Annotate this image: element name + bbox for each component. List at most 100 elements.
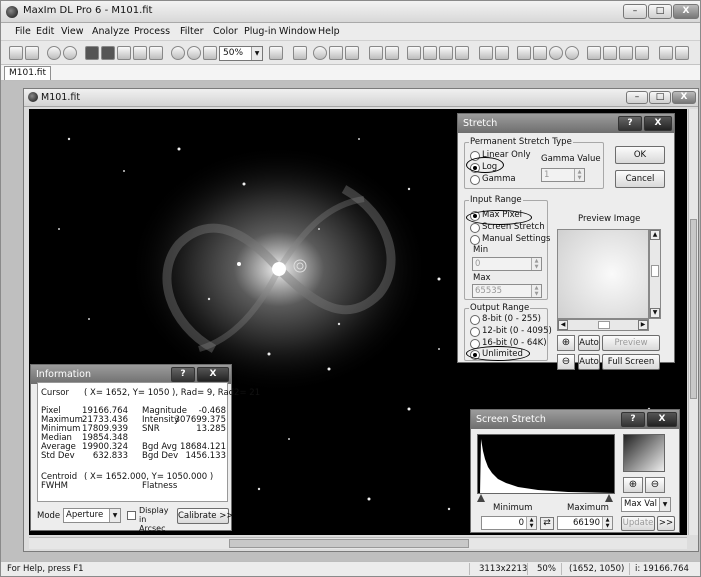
- scroll-left-icon[interactable]: ◀: [558, 320, 568, 330]
- zoom-select[interactable]: 50% ▼: [219, 46, 263, 61]
- dome-icon[interactable]: [659, 46, 673, 60]
- image-maximize-button[interactable]: □: [649, 91, 671, 104]
- print-icon[interactable]: [133, 46, 147, 60]
- graph-icon[interactable]: [587, 46, 601, 60]
- screen-stretch-help-button[interactable]: ?: [621, 412, 645, 427]
- info-help-button[interactable]: ?: [171, 367, 195, 382]
- undo-icon[interactable]: [47, 46, 61, 60]
- pan-tool-icon[interactable]: [329, 46, 343, 60]
- focus-icon[interactable]: [619, 46, 633, 60]
- maximize-button[interactable]: □: [648, 4, 672, 19]
- telescope-icon[interactable]: [603, 46, 617, 60]
- gamma-value-field[interactable]: 1 ▲ ▼: [541, 168, 585, 182]
- scroll-thumb[interactable]: [229, 539, 469, 548]
- preview-image[interactable]: [557, 229, 649, 319]
- redo-icon[interactable]: [63, 46, 77, 60]
- scroll-right-icon[interactable]: ▶: [638, 320, 648, 330]
- scroll-thumb[interactable]: [651, 265, 659, 277]
- properties-icon[interactable]: [149, 46, 163, 60]
- menu-edit[interactable]: Edit: [36, 26, 54, 37]
- tab-m101[interactable]: M101.fit: [4, 66, 52, 80]
- filter-wheel-icon[interactable]: [549, 46, 563, 60]
- mode-select[interactable]: Aperture ▼: [63, 508, 121, 523]
- scroll-thumb[interactable]: [690, 219, 697, 399]
- manual-settings-radio[interactable]: Manual Settings: [470, 234, 550, 245]
- minimize-button[interactable]: –: [623, 4, 647, 19]
- display-arcsec-checkbox[interactable]: [127, 511, 136, 520]
- arithmetic-icon[interactable]: [479, 46, 493, 60]
- zoom-out-icon[interactable]: [187, 46, 201, 60]
- observatory-icon[interactable]: [635, 46, 649, 60]
- screen-stretch-close-button[interactable]: X: [647, 412, 677, 427]
- align-icon[interactable]: [423, 46, 437, 60]
- menu-color[interactable]: Color: [213, 26, 238, 37]
- scroll-thumb[interactable]: [598, 321, 610, 329]
- image-canvas[interactable]: Stretch ? X Permanent Stretch Type Linea…: [29, 109, 687, 535]
- menu-window[interactable]: Window: [279, 26, 316, 37]
- histogram-icon[interactable]: [101, 46, 115, 60]
- line-tool-icon[interactable]: [293, 46, 307, 60]
- menu-filter[interactable]: Filter: [180, 26, 204, 37]
- spin-icon[interactable]: ▲ ▼: [602, 517, 612, 529]
- crop-icon[interactable]: [117, 46, 131, 60]
- stack-icon[interactable]: [455, 46, 469, 60]
- close-button[interactable]: X: [673, 4, 699, 19]
- preview-vscroll[interactable]: ▲ ▼: [649, 229, 661, 319]
- zoom-fit-icon[interactable]: [203, 46, 217, 60]
- open-icon[interactable]: [9, 46, 23, 60]
- ok-button[interactable]: OK: [615, 146, 665, 164]
- catalog-icon[interactable]: [675, 46, 689, 60]
- histogram[interactable]: [477, 434, 615, 494]
- scroll-up-icon[interactable]: ▲: [650, 230, 660, 240]
- combine-icon[interactable]: [439, 46, 453, 60]
- menu-analyze[interactable]: Analyze: [92, 26, 129, 37]
- scroll-down-icon[interactable]: ▼: [650, 308, 660, 318]
- preview-button[interactable]: Preview: [602, 335, 660, 351]
- cursor-help-icon[interactable]: [269, 46, 283, 60]
- layout-icon[interactable]: [385, 46, 399, 60]
- console-icon[interactable]: [369, 46, 383, 60]
- spin-icon[interactable]: ▲ ▼: [526, 517, 536, 529]
- menu-process[interactable]: Process: [134, 26, 170, 37]
- menu-file[interactable]: File: [15, 26, 31, 37]
- guider-icon[interactable]: [565, 46, 579, 60]
- zoom-out-icon[interactable]: ⊖: [557, 354, 575, 370]
- thermometer-icon[interactable]: [517, 46, 531, 60]
- menu-plugin[interactable]: Plug-in: [244, 26, 277, 37]
- calibrate-button[interactable]: Calibrate >>: [177, 508, 233, 524]
- screen-stretch-icon[interactable]: [85, 46, 99, 60]
- gamma-radio[interactable]: Gamma: [470, 174, 516, 185]
- swap-icon[interactable]: ⇄: [540, 517, 554, 530]
- zoom-in-icon[interactable]: ⊕: [557, 335, 575, 351]
- zoom-in-icon[interactable]: [171, 46, 185, 60]
- crosshair-icon[interactable]: [345, 46, 359, 60]
- menu-view[interactable]: View: [61, 26, 84, 37]
- spin-icon[interactable]: ▲ ▼: [574, 169, 584, 181]
- save-icon[interactable]: [25, 46, 39, 60]
- calibrate-icon[interactable]: [407, 46, 421, 60]
- image-vertical-scrollbar[interactable]: [688, 109, 698, 535]
- image-minimize-button[interactable]: –: [626, 91, 648, 104]
- maximum-field[interactable]: 66190 ▲ ▼: [557, 516, 613, 530]
- info-close-button[interactable]: X: [197, 367, 229, 382]
- update-button[interactable]: Update: [621, 516, 655, 531]
- more-button[interactable]: >>: [657, 516, 675, 531]
- add-icon[interactable]: [495, 46, 509, 60]
- spin-icon[interactable]: ▲ ▼: [531, 258, 541, 270]
- spin-icon[interactable]: ▲ ▼: [531, 285, 541, 297]
- minimum-field[interactable]: 0 ▲ ▼: [481, 516, 537, 530]
- aperture-tool-icon[interactable]: [313, 46, 327, 60]
- camera-icon[interactable]: [533, 46, 547, 60]
- stretch-mode-select[interactable]: Max Val ▼: [621, 497, 671, 512]
- auto-button[interactable]: Auto: [578, 335, 600, 351]
- menu-help[interactable]: Help: [318, 26, 340, 37]
- 12bit-radio[interactable]: 12-bit (0 - 4095): [470, 326, 552, 337]
- min-field[interactable]: 0 ▲ ▼: [472, 257, 542, 271]
- stretch-help-button[interactable]: ?: [618, 116, 642, 131]
- image-close-button[interactable]: X: [672, 91, 696, 104]
- auto-button-2[interactable]: Auto: [578, 354, 600, 370]
- zoom-out-icon[interactable]: ⊖: [645, 477, 665, 493]
- image-horizontal-scrollbar[interactable]: [29, 537, 687, 549]
- stretch-close-button[interactable]: X: [644, 116, 672, 131]
- max-field[interactable]: 65535 ▲ ▼: [472, 284, 542, 298]
